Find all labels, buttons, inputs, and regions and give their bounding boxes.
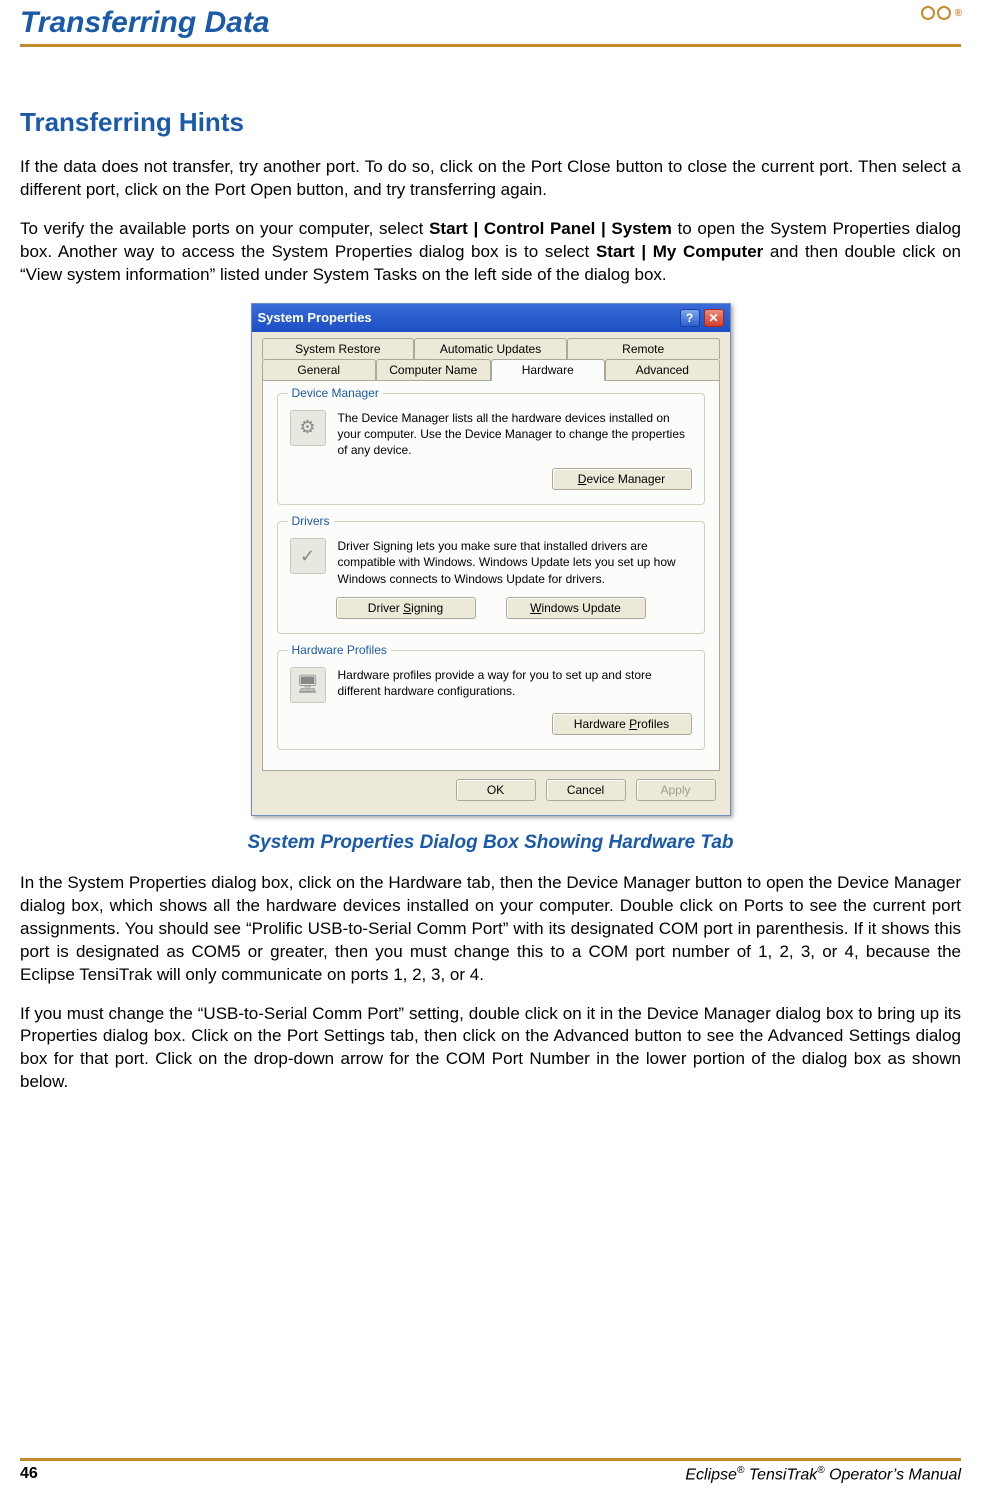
- hardware-profiles-icon: 🖥: [290, 667, 326, 703]
- page-footer: 46 Eclipse® TensiTrak® Operator’s Manual: [20, 1458, 961, 1484]
- hardware-profiles-desc: Hardware profiles provide a way for you …: [338, 667, 692, 699]
- paragraph-2: To verify the available ports on your co…: [20, 218, 961, 287]
- ok-button[interactable]: OK: [456, 779, 536, 801]
- p2-bold-2: Start | My Computer: [596, 242, 763, 261]
- group-drivers: Drivers ✓ Driver Signing lets you make s…: [277, 521, 705, 634]
- group-title-drivers: Drivers: [288, 514, 334, 528]
- p2-bold-1: Start | Control Panel | System: [429, 219, 672, 238]
- paragraph-4: If you must change the “USB-to-Serial Co…: [20, 1003, 961, 1095]
- paragraph-1: If the data does not transfer, try anoth…: [20, 156, 961, 202]
- tab-remote[interactable]: Remote: [567, 338, 720, 359]
- paragraph-3: In the System Properties dialog box, cli…: [20, 872, 961, 987]
- device-manager-button[interactable]: Device Manager: [552, 468, 692, 490]
- apply-button[interactable]: Apply: [636, 779, 716, 801]
- logo-ring-right-icon: [937, 6, 951, 20]
- device-manager-desc: The Device Manager lists all the hardwar…: [338, 410, 692, 459]
- header-divider: [20, 44, 961, 47]
- page-number: 46: [20, 1465, 38, 1484]
- manual-part-b: TensiTrak: [744, 1466, 817, 1483]
- section-heading: Transferring Hints: [20, 107, 961, 138]
- windows-update-button[interactable]: Windows Update: [506, 597, 646, 619]
- driver-signing-button[interactable]: Driver Signing: [336, 597, 476, 619]
- manual-part-c: Operator’s Manual: [825, 1466, 961, 1483]
- group-title-device-manager: Device Manager: [288, 386, 383, 400]
- close-button[interactable]: ✕: [704, 309, 724, 327]
- reg-2: ®: [817, 1465, 824, 1476]
- tab-content-hardware: Device Manager ⚙ The Device Manager list…: [262, 380, 720, 771]
- drivers-desc: Driver Signing lets you make sure that i…: [338, 538, 692, 587]
- dialog-titlebar: System Properties ? ✕: [252, 304, 730, 332]
- group-title-hardware-profiles: Hardware Profiles: [288, 643, 391, 657]
- tab-system-restore[interactable]: System Restore: [262, 338, 415, 359]
- tab-computer-name[interactable]: Computer Name: [376, 359, 491, 380]
- group-device-manager: Device Manager ⚙ The Device Manager list…: [277, 393, 705, 506]
- group-hardware-profiles: Hardware Profiles 🖥 Hardware profiles pr…: [277, 650, 705, 750]
- manual-title: Eclipse® TensiTrak® Operator’s Manual: [685, 1465, 961, 1484]
- device-manager-icon: ⚙: [290, 410, 326, 446]
- hardware-profiles-button[interactable]: Hardware Profiles: [552, 713, 692, 735]
- cancel-button[interactable]: Cancel: [546, 779, 626, 801]
- drivers-icon: ✓: [290, 538, 326, 574]
- tab-hardware[interactable]: Hardware: [491, 359, 606, 381]
- tab-general[interactable]: General: [262, 359, 377, 380]
- p2-part-a: To verify the available ports on your co…: [20, 219, 429, 238]
- tab-advanced[interactable]: Advanced: [605, 359, 720, 380]
- dialog-title: System Properties: [258, 310, 372, 325]
- logo-ring-left-icon: [921, 6, 935, 20]
- tab-automatic-updates[interactable]: Automatic Updates: [414, 338, 567, 359]
- brand-logo: ®: [921, 6, 961, 20]
- page-header-title: Transferring Data: [20, 6, 270, 40]
- manual-part-a: Eclipse: [685, 1466, 737, 1483]
- system-properties-dialog: System Properties ? ✕ System Restore Aut…: [251, 303, 731, 816]
- help-button[interactable]: ?: [680, 309, 700, 327]
- figure-caption: System Properties Dialog Box Showing Har…: [20, 832, 961, 854]
